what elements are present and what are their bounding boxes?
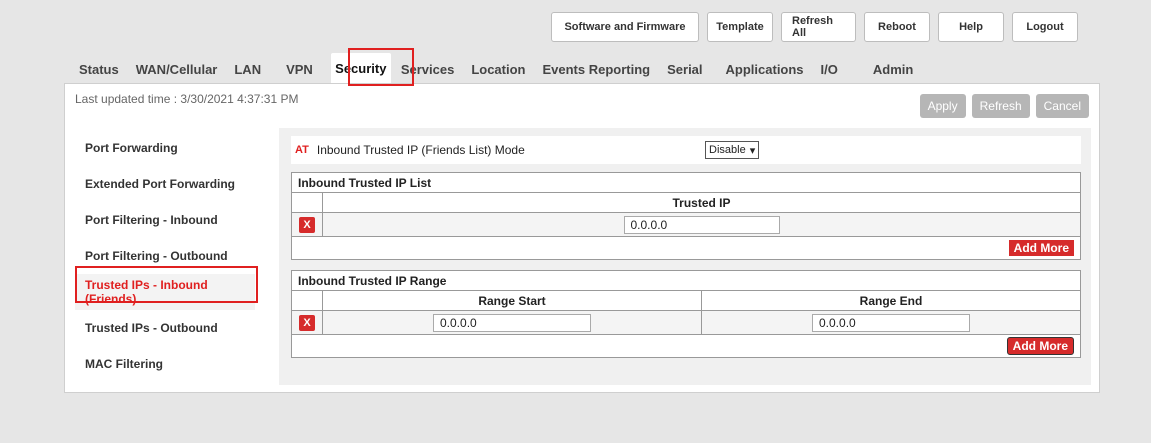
tab-vpn[interactable]: VPN (279, 56, 320, 83)
apply-button[interactable]: Apply (919, 94, 966, 118)
refresh-button[interactable]: Refresh (971, 94, 1030, 118)
mode-label: Inbound Trusted IP (Friends List) Mode (316, 143, 525, 157)
mode-select[interactable]: Disable ▾ (705, 141, 760, 159)
tab-admin[interactable]: Admin (865, 56, 921, 83)
chevron-down-icon: ▾ (749, 144, 756, 157)
tab-applications[interactable]: Applications (718, 56, 811, 83)
tab-lan[interactable]: LAN (227, 56, 269, 83)
range-start-cell (323, 311, 701, 334)
table-row: X (292, 213, 1080, 237)
sidebar-item-trusted-ips-outbound[interactable]: Trusted IPs - Outbound (75, 310, 255, 346)
add-row: Add More (292, 335, 1080, 357)
range-end-cell (701, 311, 1080, 334)
table-header: Trusted IP (292, 193, 1080, 213)
trusted-ip-cell (323, 213, 1080, 236)
table-header-spacer (292, 193, 323, 212)
last-updated-text: Last updated time : 3/30/2021 4:37:31 PM (75, 92, 299, 106)
mode-row: AT Inbound Trusted IP (Friends List) Mod… (291, 136, 1081, 164)
sidebar-item-port-forwarding[interactable]: Port Forwarding (75, 130, 255, 166)
cancel-button[interactable]: Cancel (1035, 94, 1089, 118)
sidebar-item-port-filtering-inbound[interactable]: Port Filtering - Inbound (75, 202, 255, 238)
tab-status[interactable]: Status (72, 56, 126, 83)
top-toolbar: Software and Firmware Template Refresh A… (551, 12, 1078, 42)
template-button[interactable]: Template (707, 12, 773, 42)
delete-row-icon[interactable]: X (299, 216, 315, 233)
column-header-range-start: Range Start (478, 293, 546, 308)
add-row: Add More (292, 237, 1080, 259)
content-area: AT Inbound Trusted IP (Friends List) Mod… (279, 128, 1091, 385)
tab-serial[interactable]: Serial (660, 56, 710, 83)
table-title: Inbound Trusted IP Range (292, 271, 1080, 291)
trusted-ip-list-table: Inbound Trusted IP List Trusted IP X Add… (291, 172, 1081, 260)
sidebar-item-extended-port-forwarding[interactable]: Extended Port Forwarding (75, 166, 255, 202)
reboot-button[interactable]: Reboot (864, 12, 930, 42)
tab-io[interactable]: I/O (813, 56, 845, 83)
sidebar-item-trusted-ips-inbound[interactable]: Trusted IPs - Inbound (Friends) (75, 274, 255, 310)
column-header-trusted-ip: Trusted IP (672, 195, 731, 210)
action-buttons: Apply Refresh Cancel (919, 94, 1089, 118)
delete-cell: X (292, 213, 323, 236)
range-end-input[interactable] (812, 313, 970, 332)
table-title: Inbound Trusted IP List (292, 173, 1080, 193)
logout-button[interactable]: Logout (1012, 12, 1078, 42)
security-sidebar: Port Forwarding Extended Port Forwarding… (75, 130, 255, 382)
table-row: X (292, 311, 1080, 335)
sidebar-item-port-filtering-outbound[interactable]: Port Filtering - Outbound (75, 238, 255, 274)
help-button[interactable]: Help (938, 12, 1004, 42)
delete-cell: X (292, 311, 323, 334)
sidebar-item-mac-filtering[interactable]: MAC Filtering (75, 346, 255, 382)
trusted-ip-range-table: Inbound Trusted IP Range Range Start Ran… (291, 270, 1081, 358)
add-more-button[interactable]: Add More (1006, 337, 1074, 355)
tab-events-reporting[interactable]: Events Reporting (535, 56, 658, 83)
main-panel: Last updated time : 3/30/2021 4:37:31 PM… (64, 83, 1100, 393)
refresh-all-button[interactable]: Refresh All (781, 12, 856, 42)
table-header: Range Start Range End (292, 291, 1080, 311)
tab-services[interactable]: Services (393, 56, 462, 83)
mode-select-value: Disable (709, 144, 746, 156)
column-header-range-end: Range End (701, 291, 1080, 310)
main-tabs: Status WAN/Cellular LAN VPN Security Ser… (72, 53, 921, 83)
tab-location[interactable]: Location (464, 56, 533, 83)
tab-security[interactable]: Security (330, 53, 391, 83)
software-firmware-button[interactable]: Software and Firmware (551, 12, 699, 42)
delete-row-icon[interactable]: X (299, 314, 315, 331)
at-badge: AT (295, 144, 309, 156)
trusted-ip-input[interactable] (623, 215, 780, 234)
range-start-input[interactable] (433, 313, 591, 332)
tab-wan-cellular[interactable]: WAN/Cellular (128, 56, 225, 83)
table-header-spacer (292, 291, 323, 310)
add-more-button[interactable]: Add More (1008, 240, 1074, 256)
